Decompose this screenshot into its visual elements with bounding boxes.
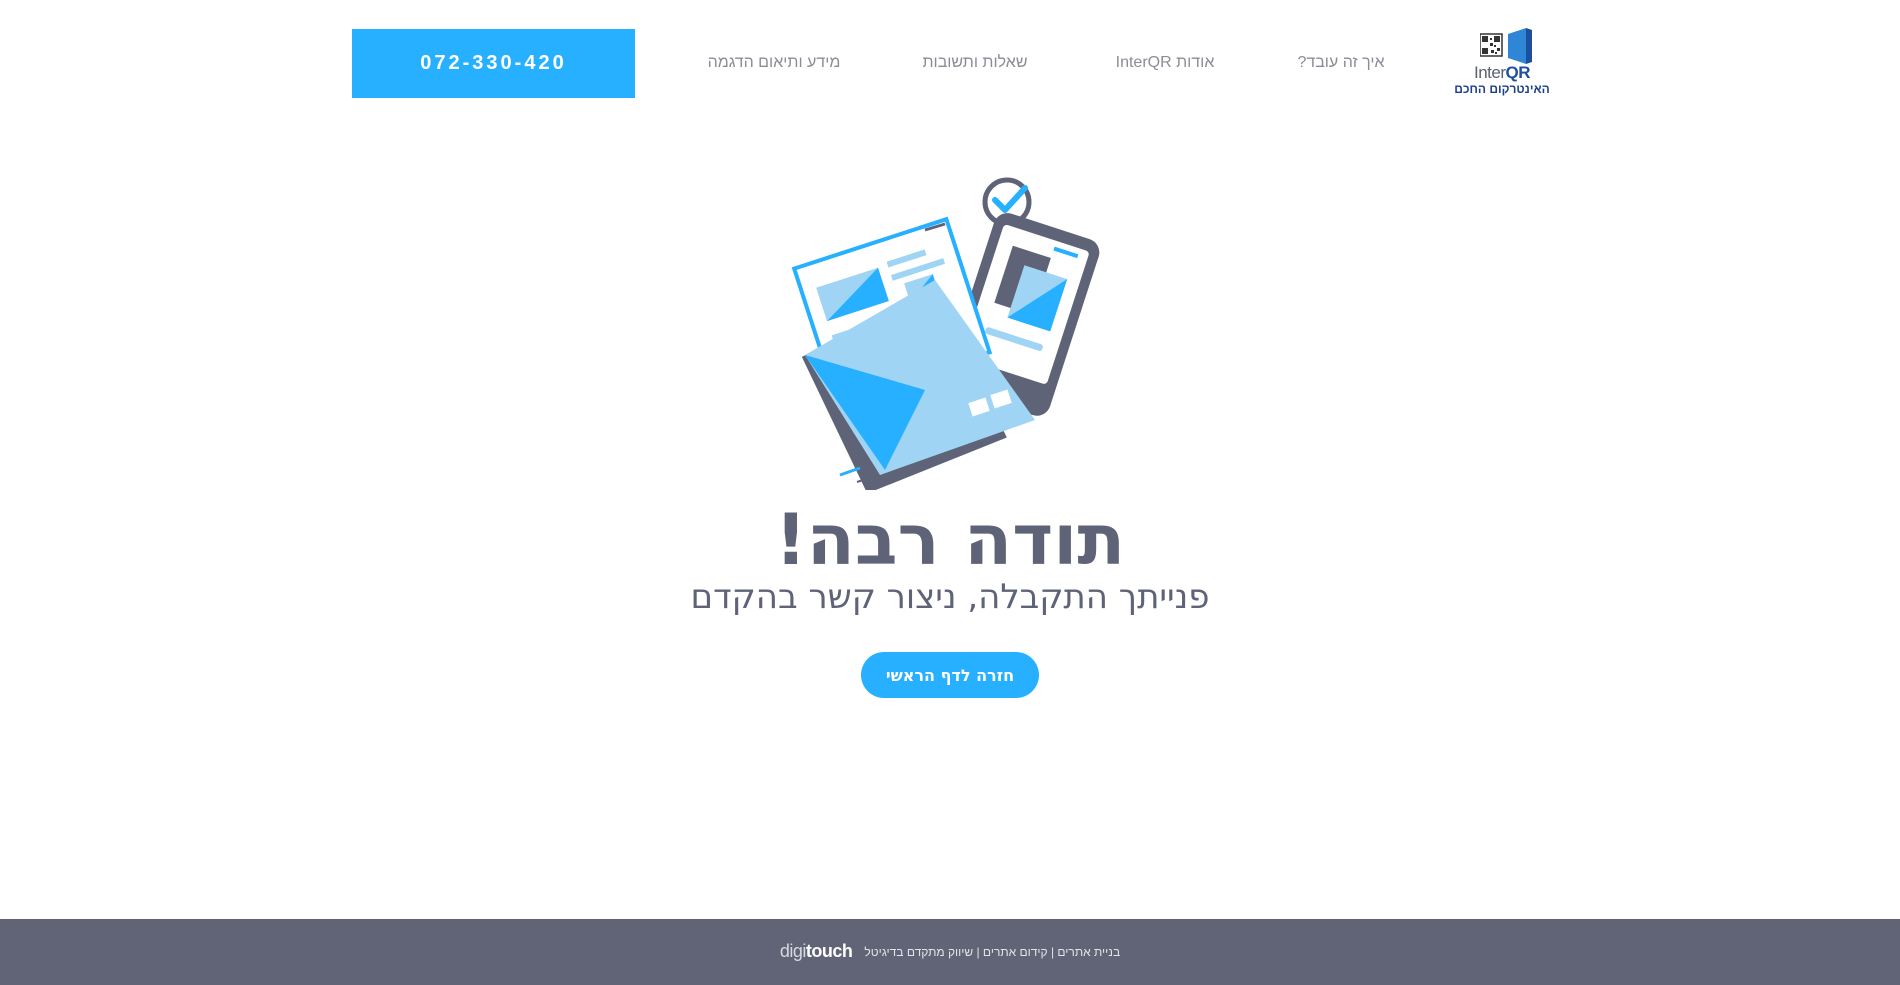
logo-wordmark: InterQR	[1473, 63, 1531, 82]
site-header: InterQR האינטרקום החכם איך זה עובד? אודו…	[0, 0, 1900, 120]
phone-button[interactable]: 072-330-420	[352, 29, 635, 98]
digitouch-logo[interactable]: digitouch	[780, 941, 853, 962]
page-subtitle: פנייתך התקבלה, ניצור קשר בהקדם	[690, 577, 1210, 617]
page-title: תודה רבה!	[774, 499, 1126, 581]
back-to-home-button[interactable]: חזרה לדף הראשי	[861, 652, 1039, 698]
interqr-logo[interactable]: InterQR האינטרקום החכם	[1454, 28, 1550, 100]
footer-links-text[interactable]: בניית אתרים | קידום אתרים | שיווק מתקדם …	[864, 945, 1120, 959]
qr-door-logo-icon	[1480, 28, 1532, 64]
nav-how-it-works[interactable]: איך זה עובד?	[1297, 54, 1384, 72]
nav-info-demo[interactable]: מידע ותיאום הדגמה	[708, 54, 841, 72]
envelope-phone-check-icon	[785, 170, 1115, 494]
nav-faq[interactable]: שאלות ותשובות	[922, 54, 1027, 72]
site-footer: digitouch בניית אתרים | קידום אתרים | שי…	[0, 919, 1900, 985]
nav-about[interactable]: אודות InterQR	[1116, 54, 1215, 72]
logo-tagline: האינטרקום החכם	[1454, 82, 1550, 96]
